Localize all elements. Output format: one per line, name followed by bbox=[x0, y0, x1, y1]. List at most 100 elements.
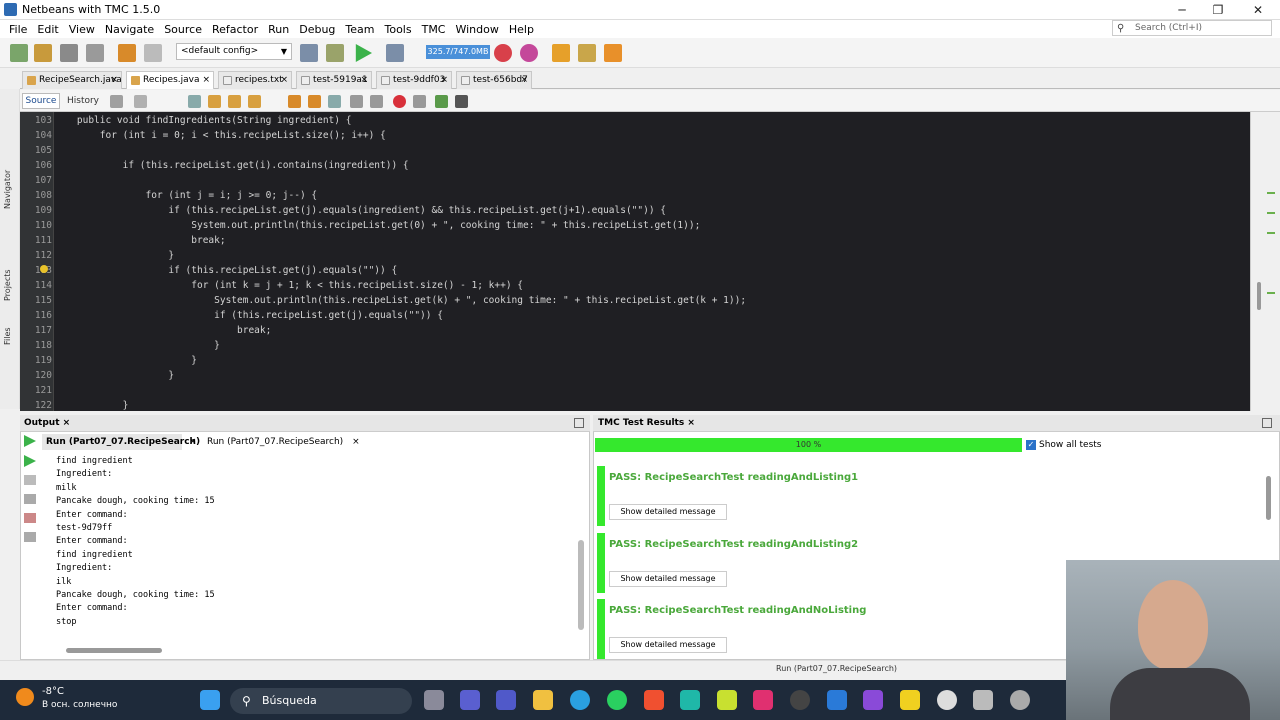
shift-right-icon[interactable] bbox=[370, 95, 383, 108]
close-icon[interactable]: × bbox=[185, 434, 201, 450]
tab-test-9ddf03[interactable]: test-9ddf03 × bbox=[376, 71, 452, 89]
settings-icon[interactable] bbox=[24, 494, 36, 504]
run-icon[interactable] bbox=[355, 44, 372, 62]
tmc-upload-icon[interactable] bbox=[604, 44, 622, 62]
start-macro-icon[interactable] bbox=[393, 95, 406, 108]
find-next-icon[interactable] bbox=[228, 95, 241, 108]
redo-icon[interactable] bbox=[144, 44, 162, 62]
chat-icon[interactable] bbox=[460, 690, 480, 710]
output-console[interactable]: find ingredient Ingredient: milk Pancake… bbox=[56, 455, 576, 637]
shift-left-icon[interactable] bbox=[350, 95, 363, 108]
clear-output-icon[interactable] bbox=[24, 513, 36, 523]
memory-indicator[interactable]: 325.7/747.0MB bbox=[426, 45, 490, 59]
output-scrollbar[interactable] bbox=[578, 540, 584, 630]
debug-icon[interactable] bbox=[386, 44, 404, 62]
previous-bookmark-icon[interactable] bbox=[288, 95, 301, 108]
tmc-test-icon[interactable] bbox=[494, 44, 512, 62]
last-edit-icon[interactable] bbox=[110, 95, 123, 108]
tmc-update-icon[interactable] bbox=[578, 44, 596, 62]
new-file-icon[interactable] bbox=[10, 44, 28, 62]
next-bookmark-icon[interactable] bbox=[308, 95, 321, 108]
teams-icon[interactable] bbox=[496, 690, 516, 710]
source-tab[interactable]: Source bbox=[22, 93, 60, 109]
menu-file[interactable]: File bbox=[4, 23, 32, 36]
github-icon[interactable] bbox=[790, 690, 810, 710]
brave-icon[interactable] bbox=[644, 690, 664, 710]
hint-bulb-icon[interactable] bbox=[40, 265, 48, 273]
close-tab-icon[interactable]: × bbox=[360, 72, 368, 89]
tab-test-5919a1[interactable]: test-5919a1 × bbox=[296, 71, 372, 89]
minimize-panel-icon[interactable] bbox=[574, 418, 584, 428]
back-icon[interactable] bbox=[134, 95, 147, 108]
show-detailed-message-button[interactable]: Show detailed message bbox=[609, 504, 727, 520]
menu-team[interactable]: Team bbox=[340, 23, 379, 36]
close-tab-icon[interactable]: × bbox=[110, 72, 118, 89]
snipping-tool-icon[interactable] bbox=[973, 690, 993, 710]
menu-tools[interactable]: Tools bbox=[379, 23, 416, 36]
task-view-icon[interactable] bbox=[424, 690, 444, 710]
tmc-title[interactable]: TMC Test Results × bbox=[598, 417, 695, 430]
minimize-panel-icon[interactable] bbox=[1262, 418, 1272, 428]
tmc-download-icon[interactable] bbox=[552, 44, 570, 62]
close-tab-icon[interactable]: × bbox=[520, 72, 528, 89]
save-all-icon[interactable] bbox=[86, 44, 104, 62]
clean-build-icon[interactable] bbox=[326, 44, 344, 62]
menu-tmc[interactable]: TMC bbox=[417, 23, 451, 36]
tmc-submit-icon[interactable] bbox=[520, 44, 538, 62]
build-icon[interactable] bbox=[300, 44, 318, 62]
stop-icon[interactable] bbox=[24, 475, 36, 485]
projects-tab[interactable]: Projects bbox=[3, 269, 12, 301]
code-editor[interactable]: public void findIngredients(String ingre… bbox=[54, 112, 1250, 411]
tab-recipes-txt[interactable]: recipes.txt × bbox=[218, 71, 292, 89]
close-icon[interactable]: × bbox=[687, 418, 695, 428]
show-detailed-message-button[interactable]: Show detailed message bbox=[609, 637, 727, 653]
output-horizontal-scrollbar[interactable] bbox=[66, 648, 162, 653]
menu-run[interactable]: Run bbox=[263, 23, 294, 36]
find-icon[interactable] bbox=[188, 95, 201, 108]
telegram-icon[interactable] bbox=[570, 690, 590, 710]
taskbar-search[interactable]: ⚲ Búsqueda bbox=[230, 688, 412, 714]
open-project-icon[interactable] bbox=[60, 44, 78, 62]
tmc-scrollbar[interactable] bbox=[1266, 476, 1271, 520]
close-icon[interactable]: × bbox=[352, 437, 360, 447]
navigator-tab[interactable]: Navigator bbox=[3, 170, 12, 209]
settings-gear-icon[interactable] bbox=[1010, 690, 1030, 710]
menu-refactor[interactable]: Refactor bbox=[207, 23, 263, 36]
undo-icon[interactable] bbox=[118, 44, 136, 62]
new-project-icon[interactable] bbox=[34, 44, 52, 62]
minimize-icon[interactable]: ─ bbox=[1174, 2, 1190, 18]
history-tab[interactable]: History bbox=[64, 93, 102, 109]
menu-navigate[interactable]: Navigate bbox=[100, 23, 159, 36]
files-tab[interactable]: Files bbox=[3, 327, 12, 345]
tab-recipes[interactable]: Recipes.java × bbox=[126, 71, 214, 89]
menu-view[interactable]: View bbox=[64, 23, 100, 36]
media-player-icon[interactable] bbox=[937, 690, 957, 710]
menu-help[interactable]: Help bbox=[504, 23, 539, 36]
output-title[interactable]: Output × bbox=[24, 417, 70, 430]
close-tab-icon[interactable]: × bbox=[202, 72, 210, 89]
windows-start-icon[interactable] bbox=[200, 690, 220, 710]
toggle-bookmark-icon[interactable] bbox=[328, 95, 341, 108]
comment-icon[interactable] bbox=[435, 95, 448, 108]
visual-studio-icon[interactable] bbox=[863, 690, 883, 710]
close-tab-icon[interactable]: × bbox=[280, 72, 288, 89]
show-detailed-message-button[interactable]: Show detailed message bbox=[609, 571, 727, 587]
vscode-icon[interactable] bbox=[827, 690, 847, 710]
pycharm-icon[interactable] bbox=[717, 690, 737, 710]
editor-scrollbar[interactable] bbox=[1257, 282, 1261, 310]
sticky-notes-icon[interactable] bbox=[900, 690, 920, 710]
menu-debug[interactable]: Debug bbox=[294, 23, 340, 36]
tab-test-656bd7[interactable]: test-656bd7 × bbox=[456, 71, 532, 89]
show-all-tests-checkbox[interactable]: ✓ Show all tests bbox=[1026, 439, 1102, 451]
close-tab-icon[interactable]: × bbox=[440, 72, 448, 89]
netbeans-taskbar-icon[interactable] bbox=[680, 690, 700, 710]
config-select[interactable]: <default config> ▼ bbox=[176, 43, 292, 60]
maximize-icon[interactable]: ❐ bbox=[1210, 2, 1226, 18]
output-tab-run[interactable]: Run (Part07_07.RecipeSearch) × bbox=[203, 434, 364, 450]
menu-window[interactable]: Window bbox=[450, 23, 503, 36]
whatsapp-icon[interactable] bbox=[607, 690, 627, 710]
search-input[interactable]: ⚲ Search (Ctrl+I) bbox=[1112, 20, 1272, 36]
intellij-icon[interactable] bbox=[753, 690, 773, 710]
menu-source[interactable]: Source bbox=[159, 23, 207, 36]
stop-macro-icon[interactable] bbox=[413, 95, 426, 108]
